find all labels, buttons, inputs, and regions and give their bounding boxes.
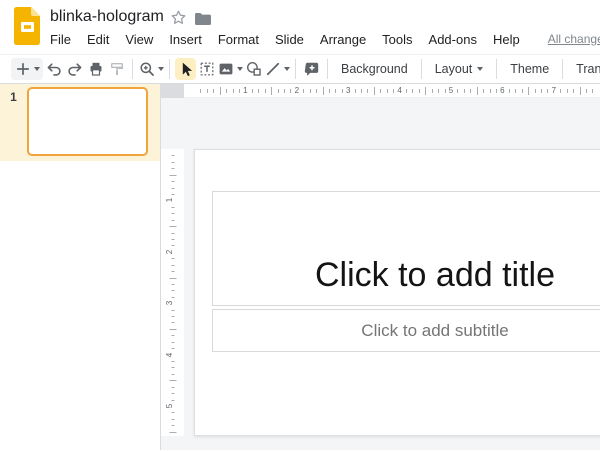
shape-icon	[245, 60, 263, 78]
toolbar-separator	[295, 59, 296, 79]
paint-roller-icon	[108, 60, 126, 78]
menu-view[interactable]: View	[125, 32, 153, 47]
undo-button[interactable]	[43, 58, 64, 80]
toolbar-separator	[562, 59, 563, 79]
menu-tools[interactable]: Tools	[382, 32, 412, 47]
select-arrow-icon	[177, 60, 195, 78]
chevron-down-icon	[158, 67, 164, 71]
menu-add-ons[interactable]: Add-ons	[429, 32, 477, 47]
paint-format-button[interactable]	[106, 58, 127, 80]
print-icon	[87, 60, 105, 78]
subtitle-placeholder-text: Click to add subtitle	[361, 321, 508, 341]
header: blinka-hologram File Edit View Insert Fo…	[0, 0, 600, 55]
menu-arrange[interactable]: Arrange	[320, 32, 366, 47]
insert-shape-button[interactable]	[243, 58, 264, 80]
chevron-down-icon	[34, 67, 40, 71]
title-placeholder[interactable]: Click to add title	[212, 191, 600, 306]
menu-edit[interactable]: Edit	[87, 32, 109, 47]
transition-button[interactable]: Transition	[568, 57, 600, 81]
theme-label: Theme	[510, 62, 549, 76]
print-button[interactable]	[85, 58, 106, 80]
plus-icon	[14, 60, 32, 78]
layout-button[interactable]: Layout	[427, 57, 492, 81]
star-icon[interactable]	[171, 10, 186, 25]
content-area: 1 12345 1234567 Click to add title Click…	[0, 84, 600, 450]
menu-file[interactable]: File	[50, 32, 71, 47]
redo-button[interactable]	[64, 58, 85, 80]
line-icon	[264, 60, 282, 78]
subtitle-placeholder[interactable]: Click to add subtitle	[212, 309, 600, 352]
vertical-ruler-column: 12345	[161, 84, 184, 450]
theme-button[interactable]: Theme	[502, 57, 557, 81]
slide-canvas[interactable]: 1234567 Click to add title Click to add …	[184, 84, 600, 450]
menu-bar: File Edit View Insert Format Slide Arran…	[50, 29, 600, 49]
layout-label: Layout	[435, 62, 473, 76]
chevron-down-icon	[477, 67, 483, 71]
vertical-ruler: 12345	[161, 149, 184, 436]
menu-format[interactable]: Format	[218, 32, 259, 47]
image-icon	[217, 60, 235, 78]
text-box-icon	[198, 60, 216, 78]
save-status-link[interactable]: All changes saved in Drive	[548, 32, 600, 46]
text-box-button[interactable]	[196, 58, 217, 80]
title-placeholder-text: Click to add title	[315, 256, 555, 295]
insert-image-button[interactable]	[217, 58, 243, 80]
slide-filmstrip: 1	[0, 84, 161, 450]
menu-help[interactable]: Help	[493, 32, 520, 47]
toolbar-separator	[132, 59, 133, 79]
select-tool-button[interactable]	[175, 58, 196, 80]
toolbar-separator	[327, 59, 328, 79]
menu-slide[interactable]: Slide	[275, 32, 304, 47]
slides-logo-icon[interactable]	[13, 7, 41, 45]
zoom-button[interactable]	[138, 58, 164, 80]
current-slide[interactable]: Click to add title Click to add subtitle	[194, 149, 600, 436]
google-slides-window: blinka-hologram File Edit View Insert Fo…	[0, 0, 600, 451]
ruler-corner	[161, 84, 184, 98]
chevron-down-icon	[284, 67, 290, 71]
toolbar: Background Layout Theme Transition	[0, 55, 600, 84]
zoom-icon	[138, 60, 156, 78]
move-folder-icon[interactable]	[194, 12, 211, 25]
toolbar-separator	[496, 59, 497, 79]
background-label: Background	[341, 62, 408, 76]
undo-icon	[45, 60, 63, 78]
slide-number: 1	[0, 84, 27, 161]
new-slide-button[interactable]	[11, 58, 43, 80]
menu-insert[interactable]: Insert	[169, 32, 202, 47]
redo-icon	[66, 60, 84, 78]
transition-label: Transition	[576, 62, 600, 76]
toolbar-separator	[421, 59, 422, 79]
horizontal-ruler: 1234567	[184, 84, 600, 98]
slide-thumbnail[interactable]	[27, 87, 148, 156]
background-button[interactable]: Background	[333, 57, 416, 81]
toolbar-separator	[169, 59, 170, 79]
insert-comment-button[interactable]	[301, 58, 322, 80]
comment-icon	[303, 60, 321, 78]
filmstrip-slide-1[interactable]: 1	[0, 84, 160, 161]
document-title[interactable]: blinka-hologram	[50, 8, 164, 26]
insert-line-button[interactable]	[264, 58, 290, 80]
